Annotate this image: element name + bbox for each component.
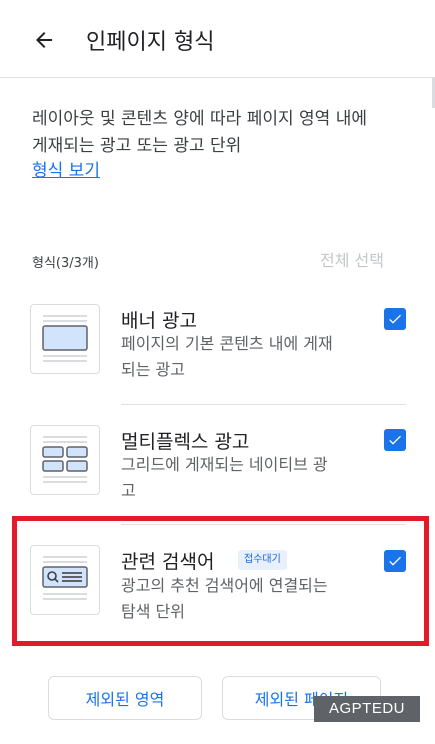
multiplex-ad-checkbox[interactable] [384, 429, 406, 451]
check-icon [389, 435, 401, 445]
related-search-checkbox[interactable] [384, 550, 406, 572]
page-title: 인페이지 형식 [86, 30, 215, 55]
related-search-icon [30, 545, 100, 615]
banner-ad-desc-line-1: 페이지의 기본 콘텐츠 내에 게재 [121, 334, 333, 353]
multiplex-ad-desc-line-2: 고 [121, 481, 136, 500]
multiplex-ad-title: 멀티플렉스 광고 [121, 431, 250, 453]
multiplex-ad-description: 그리드에 게재되는 네이티브 광 고 [121, 452, 376, 504]
divider [121, 404, 406, 405]
watermark-label: AGPTEDU [314, 696, 420, 722]
back-button[interactable] [26, 22, 62, 58]
arrow-back-icon [36, 32, 52, 48]
banner-ad-title: 배너 광고 [121, 310, 197, 332]
description-line-1: 레이아웃 및 콘텐츠 양에 따라 페이지 영역 내에 [32, 109, 367, 129]
check-icon [389, 556, 401, 566]
banner-ad-desc-line-2: 되는 광고 [121, 360, 185, 379]
divider [121, 524, 406, 525]
multiplex-ad-desc-line-1: 그리드에 게재되는 네이티브 광 [121, 455, 328, 474]
pending-status-badge: 접수대기 [238, 550, 287, 570]
check-icon [389, 314, 401, 324]
banner-ad-description: 페이지의 기본 콘텐츠 내에 게재 되는 광고 [121, 331, 376, 383]
banner-ad-icon [30, 304, 100, 374]
page-header: 인페이지 형식 [0, 0, 435, 78]
related-search-desc-line-1: 광고의 추천 검색어에 연결되는 [121, 576, 328, 595]
related-search-title: 관련 검색어 [121, 551, 215, 573]
view-formats-link[interactable]: 형식 보기 [32, 156, 100, 181]
excluded-areas-button[interactable]: 제외된 영역 [48, 676, 202, 720]
related-search-desc-line-2: 탐색 단위 [121, 602, 185, 621]
select-all-button[interactable]: 전체 선택 [320, 247, 384, 271]
multiplex-ad-icon [30, 425, 100, 495]
related-search-description: 광고의 추천 검색어에 연결되는 탐색 단위 [121, 573, 376, 625]
format-description: 레이아웃 및 콘텐츠 양에 따라 페이지 영역 내에 게재되는 광고 또는 광고… [32, 106, 412, 160]
banner-ad-checkbox[interactable] [384, 308, 406, 330]
formats-count-label: 형식(3/3개) [32, 256, 99, 271]
